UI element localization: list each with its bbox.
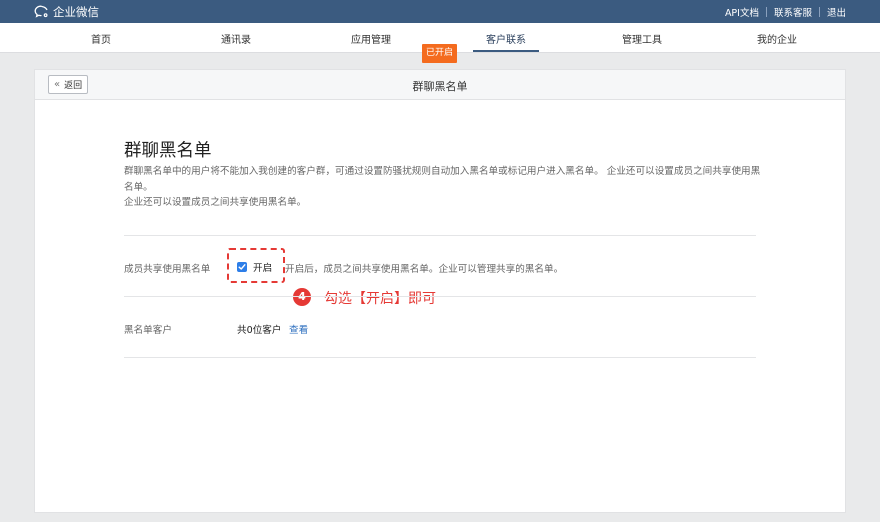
step-number-badge: 4 (293, 288, 311, 306)
nav-contacts[interactable]: 通讯录 (221, 31, 251, 46)
panel-title: 群聊黑名单 (412, 80, 468, 93)
description-line: 企业还可以设置成员之间共享使用黑名单。 (124, 197, 307, 208)
app-logo[interactable]: 企业微信 (34, 4, 99, 19)
blacklist-customers-label: 黑名单客户 (124, 325, 172, 336)
link-divider (818, 7, 820, 17)
nav-customer-contact[interactable]: 客户联系 (486, 31, 526, 46)
share-hint-text: 开启后，成员之间共享使用黑名单。企业可以管理共享的黑名单。 (285, 264, 564, 275)
blacklist-count: 共0位客户 (237, 325, 282, 336)
annotation-text: 勾选【开启】即可 (324, 291, 436, 307)
divider (124, 235, 756, 236)
nav-management-tools[interactable]: 管理工具 (622, 31, 662, 46)
page-description: 群聊黑名单中的用户将不能加入我创建的客户群，可通过设置防骚扰规则自动加入黑名单或… (124, 164, 764, 211)
active-tab-indicator (473, 50, 539, 52)
view-blacklist-link[interactable]: 查看 (289, 322, 308, 336)
content-panel: « 返回 群聊黑名单 群聊黑名单 群聊黑名单中的用户将不能加入我创建的客户群，可… (34, 69, 846, 513)
api-docs-link[interactable]: API文档 (725, 5, 759, 19)
share-enable-checkbox[interactable] (237, 262, 247, 272)
wecom-logo-icon (34, 5, 48, 18)
top-links: API文档 联系客服 退出 (725, 5, 846, 19)
logout-link[interactable]: 退出 (827, 5, 846, 19)
share-setting-label: 成员共享使用黑名单 (124, 264, 211, 275)
checkmark-icon (238, 264, 246, 270)
page-heading: 群聊黑名单 (124, 141, 212, 161)
top-bar: 企业微信 API文档 联系客服 退出 (0, 0, 880, 23)
contact-support-link[interactable]: 联系客服 (774, 5, 812, 19)
link-divider (765, 7, 767, 17)
panel-header: « 返回 群聊黑名单 (35, 70, 845, 100)
divider (124, 357, 756, 358)
enabled-badge: 已开启 (422, 44, 457, 63)
nav-app-management[interactable]: 应用管理 (351, 31, 391, 46)
nav-home[interactable]: 首页 (91, 31, 111, 46)
checkbox-label[interactable]: 开启 (253, 260, 272, 274)
nav-my-company[interactable]: 我的企业 (757, 31, 797, 46)
description-line: 群聊黑名单中的用户将不能加入我创建的客户群，可通过设置防骚扰规则自动加入黑名单或… (124, 166, 761, 193)
app-name: 企业微信 (53, 4, 99, 19)
divider (124, 296, 756, 297)
